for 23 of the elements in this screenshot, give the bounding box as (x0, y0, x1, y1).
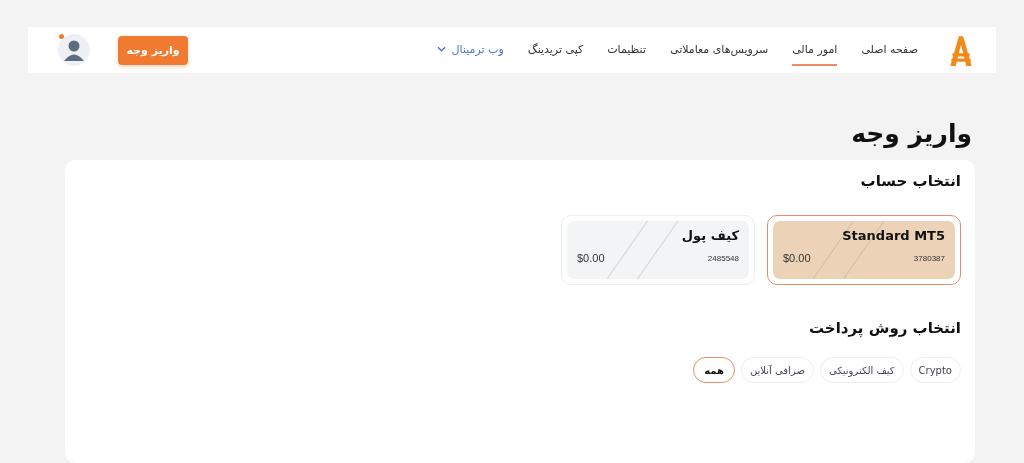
filter-chip[interactable]: صرافی آنلاین (740, 357, 814, 383)
section-heading: انتخاب حساب (859, 172, 961, 190)
nav-link[interactable]: وب ترمینال (436, 34, 504, 66)
filter-chip[interactable]: Crypto (909, 357, 961, 383)
account-number: 3780387 (913, 253, 945, 263)
nav-link[interactable]: کپی تریدینگ (527, 34, 584, 66)
account-card[interactable]: Standard MT5 $0.00 3780387 (767, 215, 961, 285)
caret-icon (436, 46, 446, 52)
page-title: واریز وجه (850, 119, 972, 148)
filter-chip[interactable]: کیف الکترونیکی (819, 357, 904, 383)
account-balance: $0.00 (577, 252, 605, 264)
account-balance: $0.00 (783, 252, 811, 264)
nav-link[interactable]: سرویس‌های معاملاتی (670, 34, 769, 66)
section-heading: انتخاب روش پرداخت (808, 319, 961, 337)
filter-chip[interactable]: همه (693, 357, 735, 383)
stripe-drawing (607, 221, 678, 279)
nav-link[interactable]: تنظیمات (607, 34, 646, 66)
account-name: کیف پول (680, 228, 739, 243)
nav-link[interactable]: امور مالی (792, 34, 838, 66)
account-number: 2485548 (707, 253, 739, 263)
nav-link[interactable]: صفحه اصلی (861, 34, 918, 66)
avatar-icon[interactable] (58, 34, 90, 66)
account-name: Standard MT5 (841, 228, 945, 243)
